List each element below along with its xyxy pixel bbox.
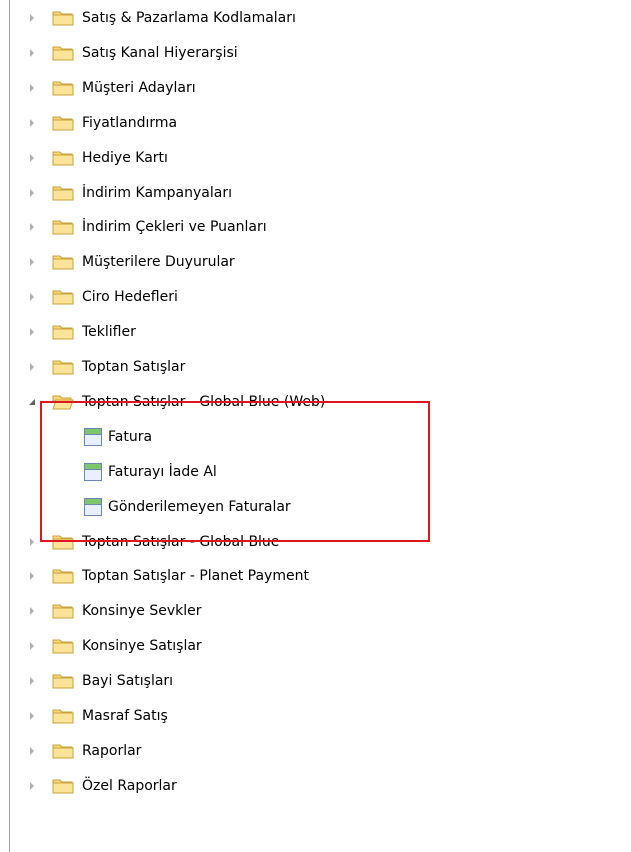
collapse-arrow-icon[interactable]	[27, 397, 37, 407]
tree-item-label: Konsinye Sevkler	[82, 603, 202, 620]
folder-icon	[52, 323, 74, 341]
expand-arrow-icon[interactable]	[27, 746, 37, 756]
folder-icon	[52, 253, 74, 271]
folder-icon	[52, 358, 74, 376]
folder-icon	[52, 184, 74, 202]
folder-icon	[52, 149, 74, 167]
expand-arrow-icon[interactable]	[27, 83, 37, 93]
tree-item-label: Ciro Hedefleri	[82, 289, 178, 306]
folder-icon	[52, 114, 74, 132]
tree-item-folder[interactable]: Raporlar	[0, 739, 631, 763]
folder-icon	[52, 777, 74, 795]
tree-item-label: Satış Kanal Hiyerarşisi	[82, 44, 238, 61]
expand-arrow-icon[interactable]	[27, 571, 37, 581]
tree-item-folder[interactable]: Müşterilere Duyurular	[0, 250, 631, 274]
tree-item-folder[interactable]: Satış Kanal Hiyerarşisi	[0, 41, 631, 65]
tree-item-folder[interactable]: Müşteri Adayları	[0, 76, 631, 100]
expand-arrow-icon[interactable]	[27, 222, 37, 232]
expand-arrow-icon[interactable]	[27, 292, 37, 302]
tree-item-label: İndirim Çekleri ve Puanları	[82, 219, 267, 236]
tree-item-label: Müşteri Adayları	[82, 79, 196, 96]
tree-item-label: İndirim Kampanyaları	[82, 184, 232, 201]
tree-item-label: Masraf Satış	[82, 708, 168, 724]
expand-arrow-icon[interactable]	[27, 13, 37, 23]
expand-arrow-icon[interactable]	[27, 781, 37, 791]
highlight-box	[40, 401, 430, 542]
expand-arrow-icon[interactable]	[27, 48, 37, 58]
folder-icon	[52, 567, 74, 585]
tree-item-folder[interactable]: Konsinye Satışlar	[0, 634, 631, 658]
folder-icon	[52, 602, 74, 620]
expand-arrow-icon[interactable]	[27, 257, 37, 267]
expand-arrow-icon[interactable]	[27, 537, 37, 547]
tree-item-folder[interactable]: Masraf Satış	[0, 704, 631, 728]
tree-item-label: Toptan Satışlar - Planet Payment	[82, 568, 309, 585]
expand-arrow-icon[interactable]	[27, 153, 37, 163]
folder-icon	[52, 637, 74, 655]
tree-item-folder[interactable]: Teklifler	[0, 320, 631, 344]
folder-icon	[52, 218, 74, 236]
expand-arrow-icon[interactable]	[27, 188, 37, 198]
tree-item-label: Bayi Satışları	[82, 673, 174, 690]
folder-icon	[52, 79, 74, 97]
tree-item-folder[interactable]: Ciro Hedefleri	[0, 285, 631, 309]
tree-item-folder[interactable]: Hediye Kartı	[0, 146, 631, 170]
expand-arrow-icon[interactable]	[27, 676, 37, 686]
expand-arrow-icon[interactable]	[27, 118, 37, 128]
folder-icon	[52, 672, 74, 690]
tree-item-folder[interactable]: Satış & Pazarlama Kodlamaları	[0, 6, 631, 30]
expand-arrow-icon[interactable]	[27, 362, 37, 372]
tree-item-folder[interactable]: Toptan Satışlar - Planet Payment	[0, 564, 631, 588]
tree-item-label: Toptan Satışlar	[82, 359, 186, 375]
expand-arrow-icon[interactable]	[27, 327, 37, 337]
tree-item-label: Özel Raporlar	[82, 777, 177, 794]
tree-item-folder[interactable]: İndirim Çekleri ve Puanları	[0, 215, 631, 239]
folder-icon	[52, 288, 74, 306]
expand-arrow-icon[interactable]	[27, 606, 37, 616]
tree-item-folder[interactable]: Bayi Satışları	[0, 669, 631, 693]
tree-item-label: Fiyatlandırma	[82, 114, 178, 131]
tree-item-folder[interactable]: Toptan Satışlar	[0, 355, 631, 379]
tree-item-folder[interactable]: Konsinye Sevkler	[0, 599, 631, 623]
folder-icon	[52, 707, 74, 725]
tree-item-label: Konsinye Satışlar	[82, 638, 202, 655]
tree-item-label: Satış & Pazarlama Kodlamaları	[82, 10, 296, 26]
tree-item-label: Raporlar	[82, 742, 142, 759]
tree-item-folder[interactable]: Fiyatlandırma	[0, 111, 631, 135]
tree-item-folder[interactable]: Özel Raporlar	[0, 774, 631, 798]
expand-arrow-icon[interactable]	[27, 711, 37, 721]
tree-item-label: Teklifler	[82, 324, 136, 341]
folder-icon	[52, 742, 74, 760]
tree-item-label: Hediye Kartı	[82, 149, 168, 166]
navigation-tree: Satış & Pazarlama Kodlamaları Satış Kanal…	[0, 0, 631, 852]
expand-arrow-icon[interactable]	[27, 641, 37, 651]
folder-icon	[52, 9, 74, 27]
tree-item-folder[interactable]: İndirim Kampanyaları	[0, 181, 631, 205]
tree-item-label: Müşterilere Duyurular	[82, 254, 235, 271]
folder-icon	[52, 44, 74, 62]
